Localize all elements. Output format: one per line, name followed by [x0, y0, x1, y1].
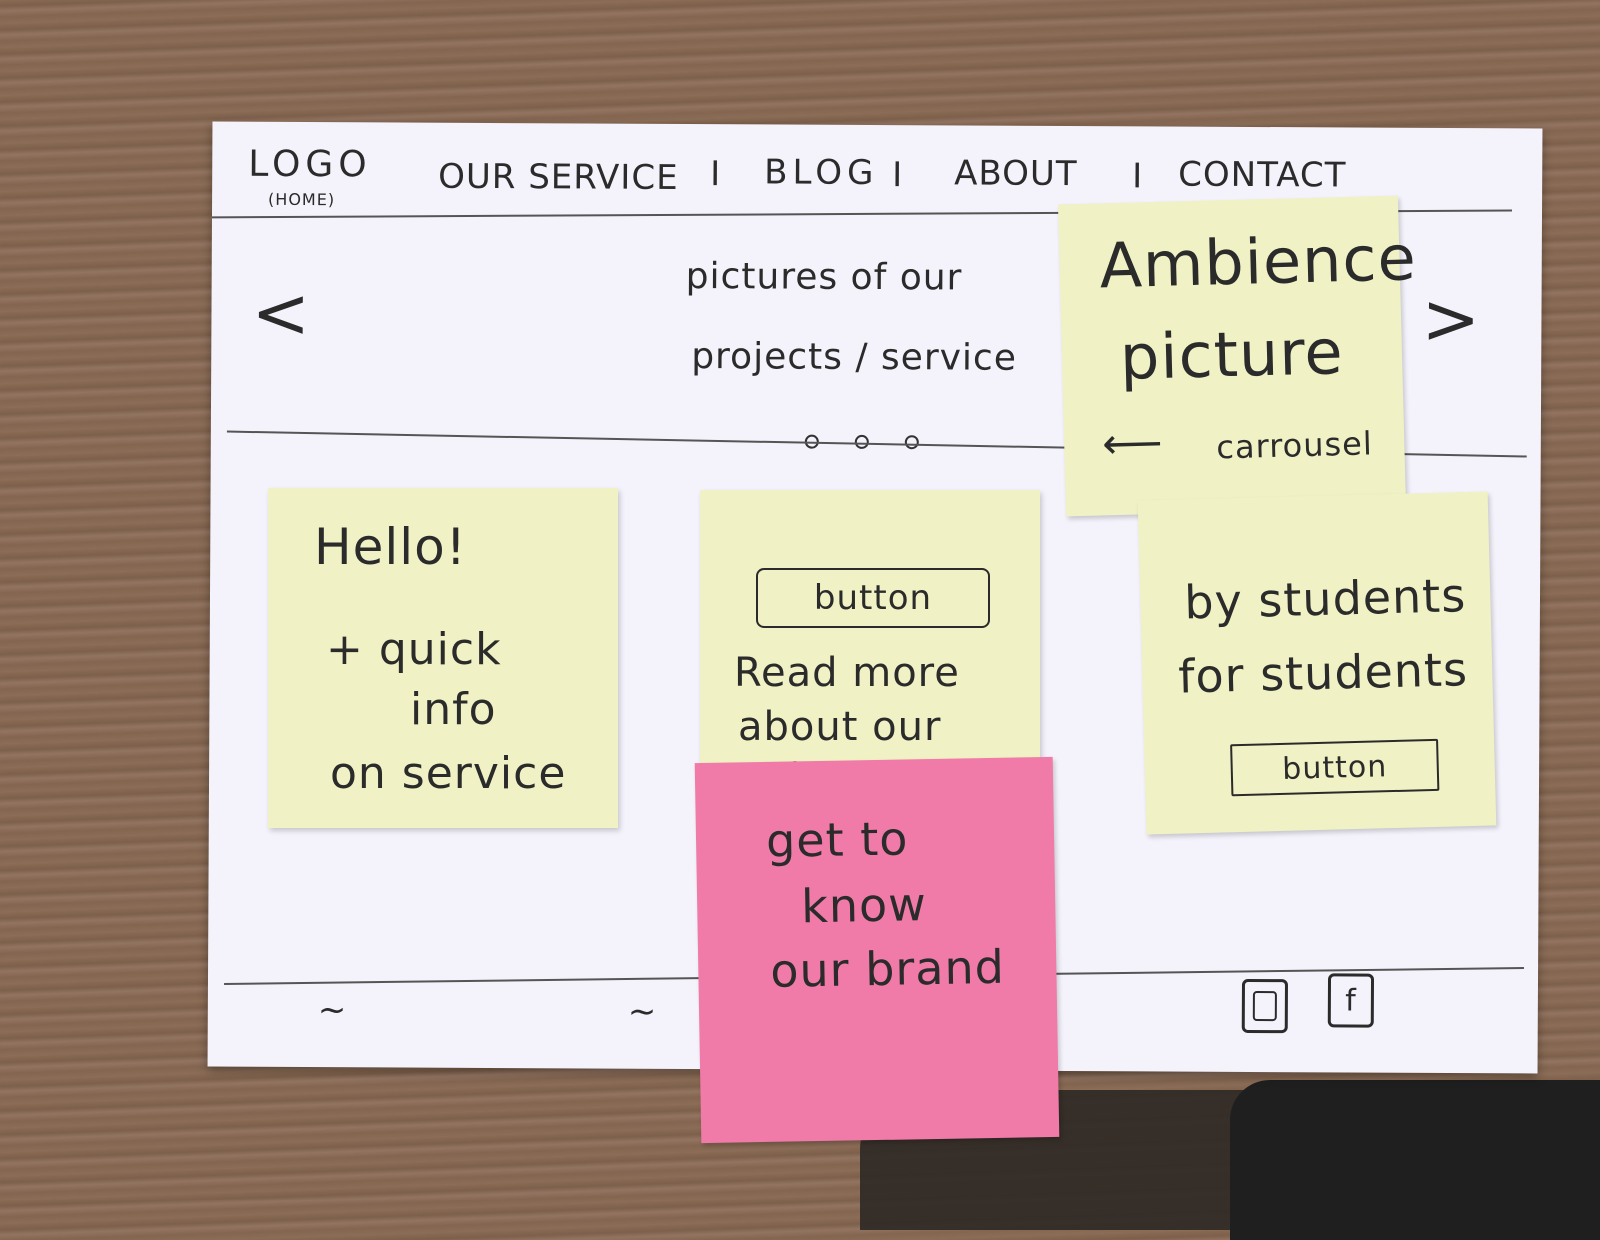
nav-separator: I: [1132, 156, 1144, 197]
hello-line2: + quick: [326, 624, 502, 675]
students-button[interactable]: button: [1230, 738, 1440, 797]
ambience-subtitle: picture: [1119, 315, 1345, 394]
nav-blog[interactable]: BLOG: [764, 152, 878, 193]
sticky-note-readmore: button Read more about our brand: [700, 490, 1040, 797]
orange-pen: [0, 325, 7, 795]
readmore-button[interactable]: button: [756, 568, 990, 628]
hello-line3: info: [410, 684, 497, 735]
ambience-caption: carrousel: [1215, 424, 1374, 467]
readmore-line1: Read more: [734, 650, 960, 696]
carousel-prev-arrow[interactable]: <: [251, 272, 311, 354]
footer-squiggle: ~: [627, 991, 658, 1032]
brand-line2: know: [800, 877, 928, 934]
brand-line1: get to: [765, 811, 909, 868]
left-arrow-icon: ⟵: [1101, 417, 1165, 469]
hello-title: Hello!: [314, 518, 467, 576]
nav-our-service[interactable]: OUR SERVICE: [438, 157, 679, 198]
logo-home-label: (HOME): [268, 189, 336, 210]
brand-line3: our brand: [769, 939, 1006, 998]
sticky-note-hello: Hello! + quick info on service: [268, 488, 618, 828]
hero-text-line1: pictures of our: [685, 256, 963, 299]
ambience-title: Ambience: [1098, 221, 1418, 303]
footer-squiggle: ~: [317, 990, 348, 1031]
instagram-icon[interactable]: [1241, 978, 1289, 1034]
carousel-dot[interactable]: [904, 435, 919, 450]
sticky-note-students: by students for students button: [1137, 491, 1497, 835]
shoe: [1230, 1080, 1600, 1240]
sticky-note-ambience: Ambience picture ⟵ carrousel: [1057, 195, 1418, 517]
carousel-next-arrow[interactable]: >: [1421, 278, 1481, 360]
nav-separator: I: [710, 154, 722, 195]
students-line1: by students: [1183, 568, 1467, 630]
logo[interactable]: LOGO: [248, 144, 372, 186]
nav-contact[interactable]: CONTACT: [1178, 155, 1346, 196]
sticky-note-brand: get to know our brand: [694, 756, 1060, 1144]
readmore-line2: about our: [738, 704, 942, 750]
hero-text-line2: projects / service: [691, 336, 1018, 379]
students-line2: for students: [1177, 642, 1469, 704]
facebook-icon[interactable]: f: [1327, 973, 1375, 1028]
nav-separator: I: [892, 155, 904, 196]
hello-line4: on service: [330, 748, 567, 799]
nav-about[interactable]: ABOUT: [954, 153, 1078, 194]
